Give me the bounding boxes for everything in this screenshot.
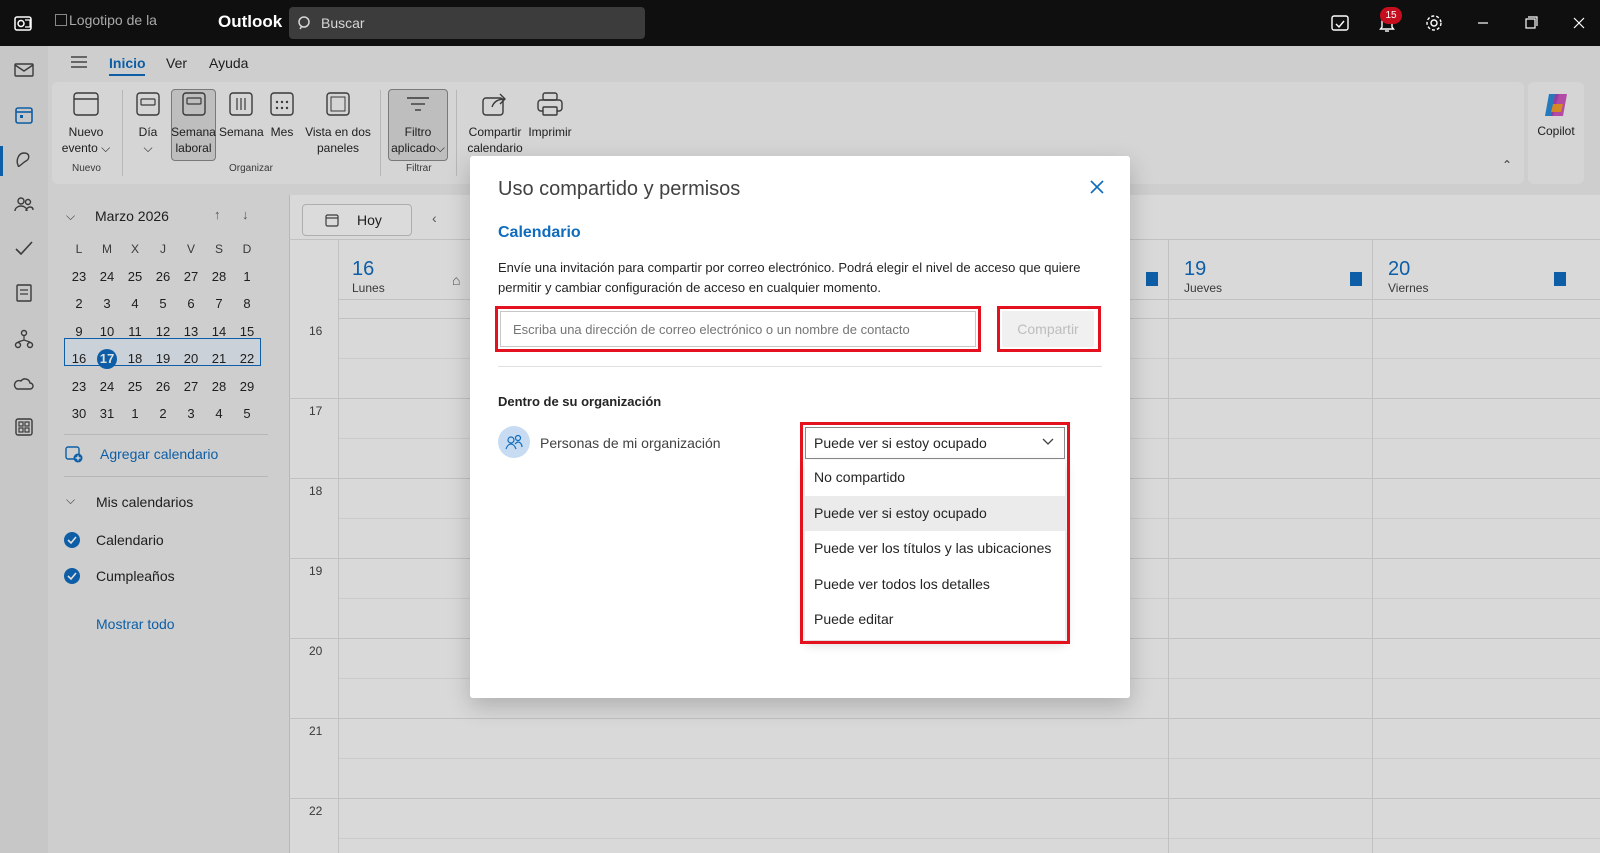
dialog-description: Envíe una invitación para compartir por … bbox=[498, 260, 1081, 295]
search-icon bbox=[298, 16, 310, 30]
search-box[interactable]: Buscar bbox=[289, 7, 645, 39]
highlight-box-share bbox=[997, 306, 1101, 352]
close-icon[interactable] bbox=[1088, 178, 1106, 196]
organization-people-label: Personas de mi organización bbox=[540, 435, 721, 451]
organization-section-title: Dentro de su organización bbox=[498, 394, 662, 409]
dialog-title: Uso compartido y permisos bbox=[498, 178, 741, 200]
minimize-icon[interactable] bbox=[1470, 10, 1496, 36]
highlight-box-input bbox=[495, 306, 981, 352]
highlight-box-permissions bbox=[800, 422, 1070, 644]
app-title: Outlook bbox=[218, 12, 283, 31]
title-bar: Logotipo de la Outlook Buscar 15 bbox=[0, 0, 1600, 46]
organization-logo: Logotipo de la bbox=[55, 12, 157, 28]
close-window-icon[interactable] bbox=[1566, 10, 1592, 36]
outlook-app-icon bbox=[14, 16, 32, 31]
people-group-icon bbox=[505, 434, 523, 450]
dialog-divider bbox=[498, 366, 1102, 367]
my-day-icon[interactable] bbox=[1327, 10, 1353, 36]
notification-badge: 15 bbox=[1380, 7, 1402, 24]
search-placeholder: Buscar bbox=[321, 15, 365, 31]
people-avatar bbox=[498, 426, 530, 458]
restore-icon[interactable] bbox=[1518, 10, 1544, 36]
gear-icon[interactable] bbox=[1421, 10, 1447, 36]
shared-calendar-name: Calendario bbox=[498, 224, 581, 241]
sharing-permissions-dialog: Uso compartido y permisos Calendario Env… bbox=[470, 156, 1130, 698]
